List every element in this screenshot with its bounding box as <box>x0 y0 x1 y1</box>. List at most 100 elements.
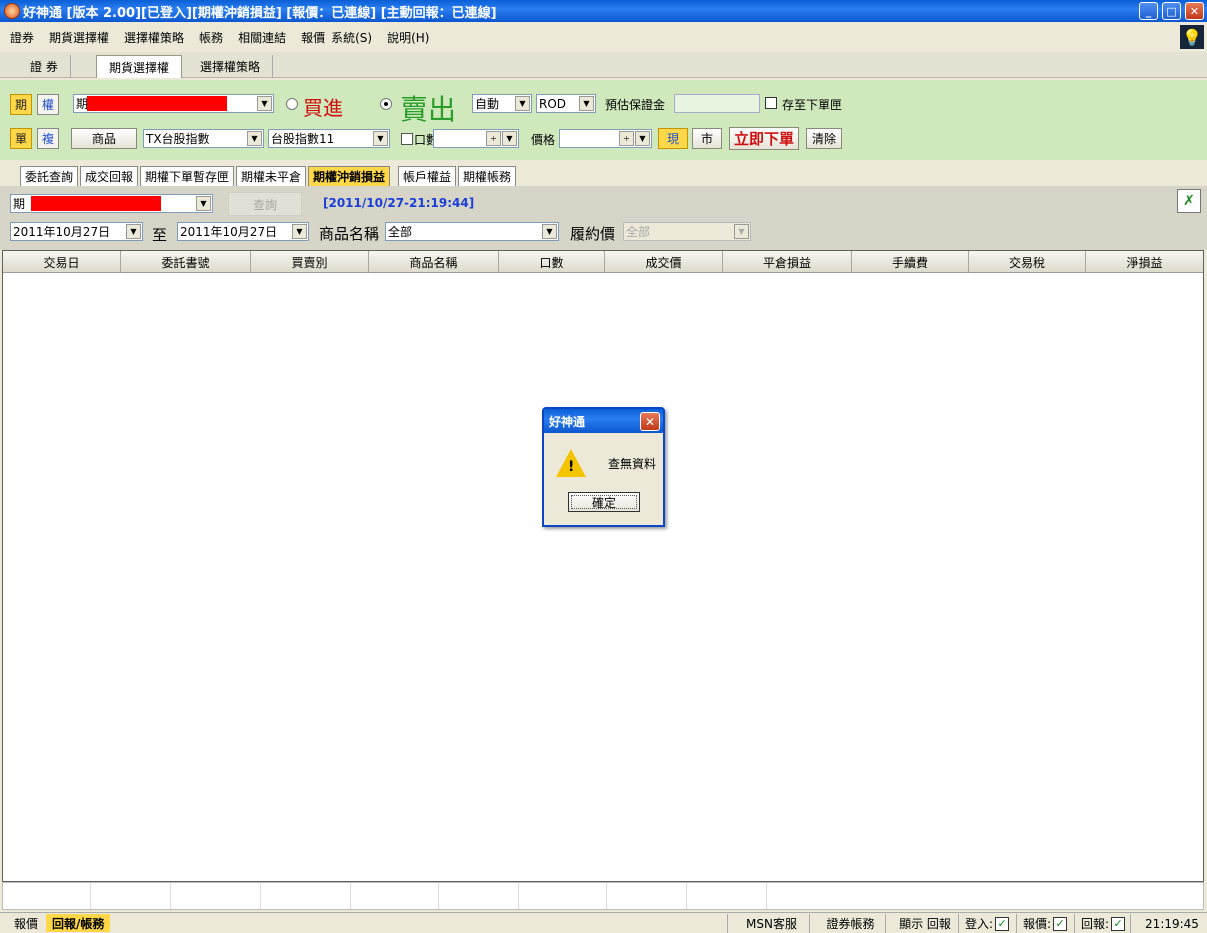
complex-mode-button[interactable]: 複 <box>37 128 59 149</box>
save-to-queue-checkbox[interactable] <box>765 97 777 109</box>
chevron-down-icon[interactable]: ▼ <box>373 131 388 146</box>
market-price-button[interactable]: 市 <box>692 128 722 149</box>
chevron-down-icon[interactable]: ▼ <box>196 196 211 211</box>
tab-option-accounts[interactable]: 期權帳務 <box>458 166 517 186</box>
strike-value: 全部 <box>626 225 651 239</box>
col-net-pnl[interactable]: 淨損益 <box>1086 251 1203 273</box>
report-status: 回報: ✓ <box>1074 914 1130 933</box>
menu-stocks[interactable]: 證券 <box>10 29 34 46</box>
strike-select[interactable]: 全部 ▼ <box>623 222 751 241</box>
spin-icon[interactable]: ÷ <box>619 131 634 146</box>
col-closing-pnl[interactable]: 平倉損益 <box>723 251 852 273</box>
tab-option-strategy[interactable]: 選擇權策略 <box>188 55 274 78</box>
order-panel: 期 權 期 ▼ 買進 賣出 自動 ▼ ROD ▼ 預估保證金 存至下單匣 單 複… <box>0 80 1207 160</box>
rod-select[interactable]: ROD ▼ <box>536 94 596 113</box>
col-commission[interactable]: 手續費 <box>852 251 969 273</box>
product-value: TX台股指數 <box>146 132 210 146</box>
qty-box-icon <box>401 133 413 145</box>
menu-help[interactable]: 說明(H) <box>387 29 429 46</box>
tab-order-queue[interactable]: 期權下單暫存匣 <box>140 166 235 186</box>
date-to-select[interactable]: 2011年10月27日 ▼ <box>177 222 309 241</box>
tab-futures-options[interactable]: 期貨選擇權 <box>96 55 183 78</box>
col-tax[interactable]: 交易稅 <box>969 251 1086 273</box>
qty-stepper[interactable]: ÷ ▼ <box>433 129 519 148</box>
chevron-down-icon[interactable]: ▼ <box>502 131 517 146</box>
tab-closed-pnl[interactable]: 期權沖銷損益 <box>308 166 391 186</box>
tab-order-query[interactable]: 委託查詢 <box>20 166 79 186</box>
spin-icon[interactable]: ÷ <box>486 131 501 146</box>
product-button[interactable]: 商品 <box>71 128 137 149</box>
buy-radio[interactable] <box>286 98 298 110</box>
clock: 21:19:45 <box>1130 914 1207 933</box>
product-name-select[interactable]: 全部 ▼ <box>385 222 559 241</box>
app-icon <box>4 3 20 19</box>
tab-fill-report[interactable]: 成交回報 <box>80 166 139 186</box>
menu-quotes[interactable]: 報價 <box>301 29 325 46</box>
sell-radio[interactable] <box>380 98 392 110</box>
chevron-down-icon[interactable]: ▼ <box>515 96 530 111</box>
stock-account-button[interactable]: 證券帳務 <box>809 914 885 933</box>
sell-label[interactable]: 賣出 <box>400 88 456 128</box>
chevron-down-icon[interactable]: ▼ <box>257 96 272 111</box>
menu-option-strategy[interactable]: 選擇權策略 <box>124 29 184 46</box>
chevron-down-icon[interactable]: ▼ <box>579 96 594 111</box>
col-order-no[interactable]: 委託書號 <box>121 251 251 273</box>
col-qty[interactable]: 口數 <box>499 251 605 273</box>
auto-value: 自動 <box>475 97 500 111</box>
check-icon: ✓ <box>1111 916 1126 931</box>
future-mode-button[interactable]: 期 <box>10 94 32 115</box>
clear-button[interactable]: 清除 <box>806 128 842 149</box>
maximize-button[interactable]: □ <box>1162 2 1181 20</box>
chevron-down-icon[interactable]: ▼ <box>247 131 262 146</box>
tab-account-equity[interactable]: 帳戶權益 <box>398 166 457 186</box>
menu-bar: 證券 期貨選擇權 選擇權策略 帳務 相關連結 報價 系統(S) 說明(H) <box>0 22 1207 52</box>
dialog-ok-button[interactable]: 確定 <box>568 492 640 512</box>
status-tab-quote[interactable]: 報價 <box>8 914 44 933</box>
col-trade-date[interactable]: 交易日 <box>3 251 121 273</box>
single-mode-button[interactable]: 單 <box>10 128 32 149</box>
query-account-select[interactable]: 期 ▼ <box>10 194 213 213</box>
minimize-button[interactable]: _ <box>1139 2 1158 20</box>
menu-system[interactable]: 系統(S) <box>331 29 372 46</box>
submit-order-button[interactable]: 立即下單 <box>729 127 799 150</box>
chevron-down-icon[interactable]: ▼ <box>126 224 141 239</box>
price-stepper[interactable]: ÷ ▼ <box>559 129 652 148</box>
dialog-close-button[interactable]: ✕ <box>640 412 660 431</box>
login-status: 登入: ✓ <box>958 914 1016 933</box>
menu-accounts[interactable]: 帳務 <box>199 29 223 46</box>
lightbulb-icon[interactable]: 💡 <box>1180 25 1204 49</box>
col-fill-price[interactable]: 成交價 <box>605 251 723 273</box>
close-button[interactable]: ✕ <box>1185 2 1204 20</box>
contract-value: 台股指數11 <box>271 132 335 146</box>
chevron-down-icon[interactable]: ▼ <box>542 224 557 239</box>
col-side[interactable]: 買賣別 <box>251 251 369 273</box>
contract-select[interactable]: 台股指數11 ▼ <box>268 129 390 148</box>
menu-links[interactable]: 相關連結 <box>238 29 286 46</box>
save-to-queue-label: 存至下單匣 <box>782 98 843 112</box>
tab-stocks[interactable]: 證 券 <box>18 55 71 78</box>
login-label: 登入: <box>965 917 994 931</box>
summary-cell <box>171 883 261 909</box>
status-tab-report[interactable]: 回報/帳務 <box>46 914 111 932</box>
date-from-select[interactable]: 2011年10月27日 ▼ <box>10 222 143 241</box>
tab-open-positions[interactable]: 期權未平倉 <box>236 166 307 186</box>
product-select[interactable]: TX台股指數 ▼ <box>143 129 264 148</box>
export-excel-icon[interactable]: ✗ <box>1177 189 1201 213</box>
auto-select[interactable]: 自動 ▼ <box>472 94 532 113</box>
account-select[interactable]: 期 ▼ <box>73 94 274 113</box>
chevron-down-icon[interactable]: ▼ <box>635 131 650 146</box>
strike-label: 履約價 <box>570 225 616 243</box>
col-product-name[interactable]: 商品名稱 <box>369 251 499 273</box>
option-mode-button[interactable]: 權 <box>37 94 59 115</box>
chevron-down-icon[interactable]: ▼ <box>292 224 307 239</box>
spot-price-button[interactable]: 現 <box>658 128 688 149</box>
warning-mark: ! <box>568 459 575 475</box>
show-report-button[interactable]: 顯示 回報 <box>885 914 958 933</box>
buy-label[interactable]: 買進 <box>303 92 343 121</box>
query-button[interactable]: 查詢 <box>228 192 302 216</box>
summary-cell <box>687 883 767 909</box>
query-timestamp: [2011/10/27-21:19:44] <box>323 196 475 210</box>
chevron-down-icon[interactable]: ▼ <box>734 224 749 239</box>
menu-futures-options[interactable]: 期貨選擇權 <box>49 29 109 46</box>
msn-support-button[interactable]: MSN客服 <box>727 914 809 933</box>
